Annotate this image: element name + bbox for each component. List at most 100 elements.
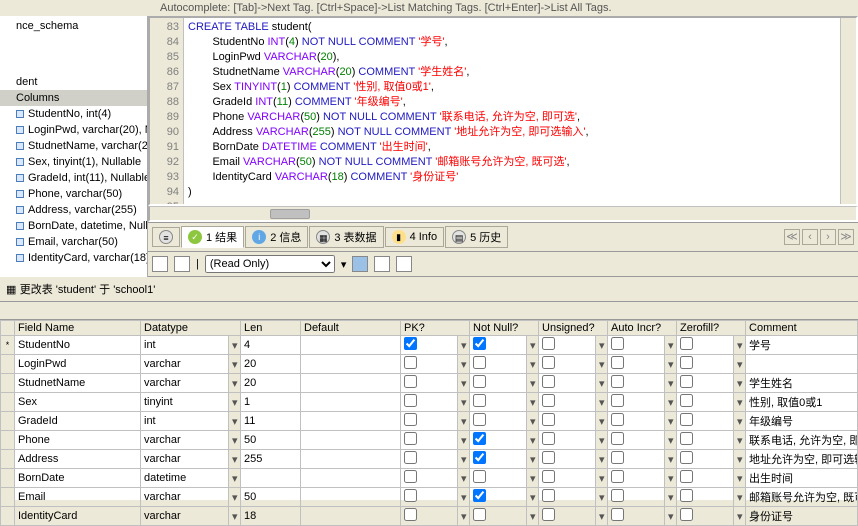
cell-datatype[interactable]: varchar <box>141 355 229 374</box>
flag-checkbox[interactable] <box>542 413 555 426</box>
flag-checkbox[interactable] <box>473 451 486 464</box>
pager-first-icon[interactable]: ≪ <box>784 229 800 245</box>
table-row[interactable]: StudnetNamevarchar▾20▾▾▾▾▾学生姓名 <box>1 374 858 393</box>
cell-zerofill[interactable] <box>677 431 734 450</box>
pk-dropdown-icon[interactable]: ▾ <box>458 393 470 412</box>
cell-field[interactable]: GradeId <box>15 412 141 431</box>
cell-autoincr[interactable] <box>608 393 665 412</box>
cell-unsigned[interactable] <box>539 412 596 431</box>
cell-default[interactable] <box>301 431 401 450</box>
pager-last-icon[interactable]: ≫ <box>838 229 854 245</box>
us-dropdown-icon[interactable]: ▾ <box>596 431 608 450</box>
cell-autoincr[interactable] <box>608 469 665 488</box>
cell-zerofill[interactable] <box>677 374 734 393</box>
cell-pk[interactable] <box>401 488 458 507</box>
pager-prev-icon[interactable]: ‹ <box>802 229 818 245</box>
cell-pk[interactable] <box>401 393 458 412</box>
cell-notnull[interactable] <box>470 336 527 355</box>
zf-dropdown-icon[interactable]: ▾ <box>734 431 746 450</box>
nn-dropdown-icon[interactable]: ▾ <box>527 393 539 412</box>
table-row[interactable]: GradeIdint▾11▾▾▾▾▾年级编号 <box>1 412 858 431</box>
cell-notnull[interactable] <box>470 355 527 374</box>
flag-checkbox[interactable] <box>542 489 555 502</box>
cell-default[interactable] <box>301 450 401 469</box>
cell-len[interactable]: 18 <box>241 507 301 526</box>
cell-comment[interactable]: 学生姓名 <box>746 374 858 393</box>
ai-dropdown-icon[interactable]: ▾ <box>665 450 677 469</box>
pk-dropdown-icon[interactable]: ▾ <box>458 431 470 450</box>
ai-dropdown-icon[interactable]: ▾ <box>665 393 677 412</box>
column-node[interactable]: GradeId, int(11), Nullable <box>0 170 147 186</box>
ai-dropdown-icon[interactable]: ▾ <box>665 469 677 488</box>
cell-default[interactable] <box>301 469 401 488</box>
nn-dropdown-icon[interactable]: ▾ <box>527 488 539 507</box>
cell-datatype[interactable]: varchar <box>141 431 229 450</box>
pk-dropdown-icon[interactable]: ▾ <box>458 412 470 431</box>
cell-zerofill[interactable] <box>677 355 734 374</box>
cell-field[interactable]: StudnetName <box>15 374 141 393</box>
flag-checkbox[interactable] <box>404 356 417 369</box>
flag-checkbox[interactable] <box>542 451 555 464</box>
table-row[interactable]: LoginPwdvarchar▾20▾▾▾▾▾ <box>1 355 858 374</box>
flag-checkbox[interactable] <box>473 470 486 483</box>
nn-dropdown-icon[interactable]: ▾ <box>527 450 539 469</box>
cell-unsigned[interactable] <box>539 374 596 393</box>
cell-datatype[interactable]: datetime <box>141 469 229 488</box>
flag-checkbox[interactable] <box>611 356 624 369</box>
filter-icon[interactable] <box>396 256 412 272</box>
cell-pk[interactable] <box>401 336 458 355</box>
datatype-dropdown-icon[interactable]: ▾ <box>229 374 241 393</box>
cell-unsigned[interactable] <box>539 450 596 469</box>
cell-len[interactable]: 4 <box>241 336 301 355</box>
readonly-select[interactable]: (Read Only) <box>205 255 335 273</box>
h-default[interactable]: Default <box>301 321 401 336</box>
cell-autoincr[interactable] <box>608 431 665 450</box>
nn-dropdown-icon[interactable]: ▾ <box>527 412 539 431</box>
ai-dropdown-icon[interactable]: ▾ <box>665 488 677 507</box>
flag-checkbox[interactable] <box>611 394 624 407</box>
dropdown-icon[interactable]: ▾ <box>341 258 347 271</box>
nn-dropdown-icon[interactable]: ▾ <box>527 507 539 526</box>
code-view[interactable]: CREATE TABLE student( StudentNo INT(4) N… <box>184 18 840 204</box>
cell-comment[interactable]: 年级编号 <box>746 412 858 431</box>
cell-comment[interactable]: 地址允许为空, 即可选输 <box>746 450 858 469</box>
cell-len[interactable]: 20 <box>241 355 301 374</box>
tab-info[interactable]: i2 信息 <box>245 226 308 248</box>
datatype-dropdown-icon[interactable]: ▾ <box>229 469 241 488</box>
us-dropdown-icon[interactable]: ▾ <box>596 412 608 431</box>
flag-checkbox[interactable] <box>680 470 693 483</box>
us-dropdown-icon[interactable]: ▾ <box>596 469 608 488</box>
datatype-dropdown-icon[interactable]: ▾ <box>229 488 241 507</box>
zf-dropdown-icon[interactable]: ▾ <box>734 507 746 526</box>
cell-datatype[interactable]: int <box>141 336 229 355</box>
table-row[interactable]: Emailvarchar▾50▾▾▾▾▾邮箱账号允许为空, 既可 <box>1 488 858 507</box>
tab-history[interactable]: ▤5 历史 <box>445 226 508 248</box>
columns-folder[interactable]: Columns <box>0 90 147 106</box>
zf-dropdown-icon[interactable]: ▾ <box>734 450 746 469</box>
pk-dropdown-icon[interactable]: ▾ <box>458 507 470 526</box>
flag-checkbox[interactable] <box>542 432 555 445</box>
flag-checkbox[interactable] <box>542 470 555 483</box>
flag-checkbox[interactable] <box>542 356 555 369</box>
column-node[interactable]: IdentityCard, varchar(18), <box>0 250 147 266</box>
cell-len[interactable]: 1 <box>241 393 301 412</box>
cell-datatype[interactable]: tinyint <box>141 393 229 412</box>
nn-dropdown-icon[interactable]: ▾ <box>527 431 539 450</box>
cell-unsigned[interactable] <box>539 355 596 374</box>
us-dropdown-icon[interactable]: ▾ <box>596 507 608 526</box>
cell-notnull[interactable] <box>470 507 527 526</box>
h-notnull[interactable]: Not Null? <box>470 321 539 336</box>
flag-checkbox[interactable] <box>404 432 417 445</box>
tab-info2[interactable]: ▮4 Info <box>385 227 445 247</box>
tab-data[interactable]: ▦3 表数据 <box>309 226 383 248</box>
table-node[interactable]: dent <box>0 74 147 90</box>
column-node[interactable]: StudentNo, int(4) <box>0 106 147 122</box>
tab-menu-icon[interactable]: ≡ <box>152 227 180 247</box>
zf-dropdown-icon[interactable]: ▾ <box>734 469 746 488</box>
cell-zerofill[interactable] <box>677 507 734 526</box>
cell-len[interactable]: 20 <box>241 374 301 393</box>
cell-autoincr[interactable] <box>608 507 665 526</box>
flag-checkbox[interactable] <box>680 356 693 369</box>
cell-field[interactable]: IdentityCard <box>15 507 141 526</box>
h-len[interactable]: Len <box>241 321 301 336</box>
